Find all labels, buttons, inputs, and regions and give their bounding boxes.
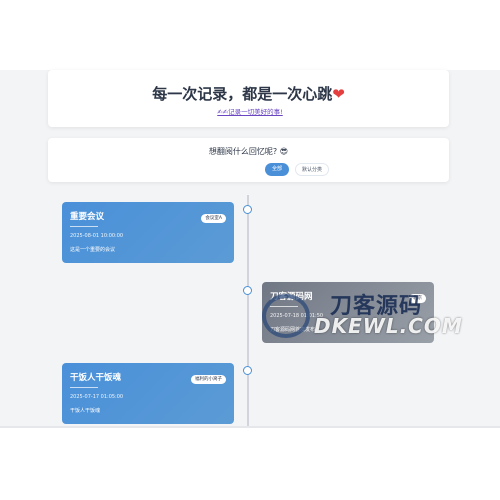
bottom-divider [0, 426, 500, 428]
entry-tag: 会议室A [201, 214, 226, 223]
timeline-line [247, 195, 249, 426]
entry-date: 2025-07-18 01:01:50 [270, 313, 324, 319]
filter-all-button[interactable]: 全部 [265, 163, 289, 176]
entry-divider [270, 306, 298, 307]
entry-date: 2025-08-01 10:00:00 [70, 233, 124, 239]
entry-description: 干饭人干饭魂 [70, 408, 101, 414]
timeline-entry[interactable]: 干饭人干饭魂 2025-07-17 01:05:00 干饭人干饭魂 福利的小窝子 [62, 363, 234, 424]
entry-divider [70, 226, 98, 227]
filter-title: 想翻阅什么回忆呢? 😎 [208, 147, 289, 156]
timeline-node [243, 205, 252, 214]
subtitle-link[interactable]: ✍✍记录一切美好的事! [0, 106, 500, 116]
entry-divider [70, 387, 98, 388]
timeline-node [243, 366, 252, 375]
filter-default-category-button[interactable]: 默认分类 [295, 163, 329, 176]
timeline-entry[interactable]: 刀客源码网 2025-07-18 01:01:50 刀客源码网首次发布 北京 [262, 282, 434, 343]
header-card: 每一次记录，都是一次心跳❤ [48, 70, 449, 127]
page-title-text: 每一次记录，都是一次心跳 [152, 85, 333, 103]
entry-tag: 北京 [409, 294, 426, 303]
page-title: 每一次记录，都是一次心跳❤ [48, 83, 449, 104]
timeline-node [243, 286, 252, 295]
entry-date: 2025-07-17 01:05:00 [70, 394, 124, 400]
entry-description: 刀客源码网首次发布 [270, 327, 316, 333]
filter-card: 想翻阅什么回忆呢? 😎 全部 默认分类 [48, 138, 449, 182]
entry-tag: 福利的小窝子 [191, 375, 226, 384]
entry-description: 这是一个重要的会议 [70, 247, 116, 253]
timeline-entry[interactable]: 重要会议 2025-08-01 10:00:00 这是一个重要的会议 会议室A [62, 202, 234, 263]
heart-icon: ❤ [332, 85, 345, 103]
entry-title: 刀客源码网 [270, 292, 313, 302]
